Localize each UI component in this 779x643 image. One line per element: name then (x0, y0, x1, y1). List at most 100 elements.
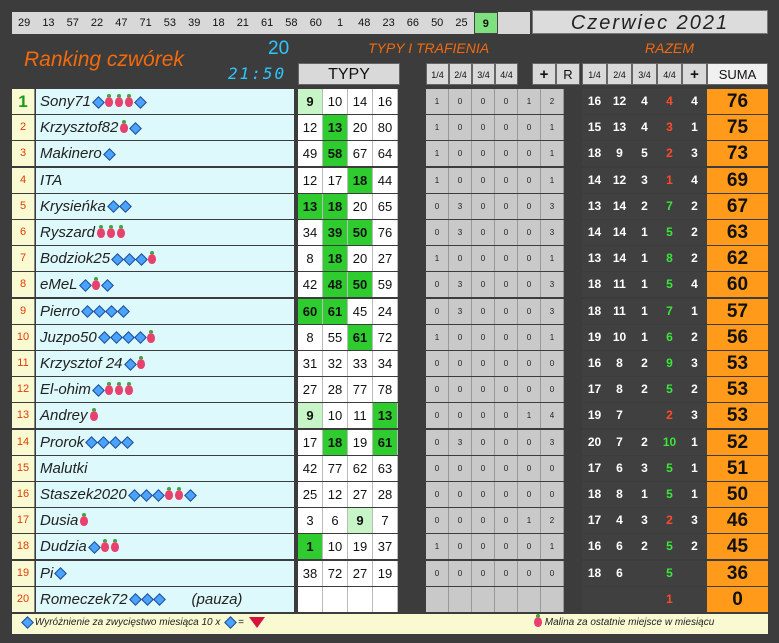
hit-count-cell: 0 (518, 534, 541, 560)
header-razem-col: 4/4 (657, 63, 682, 85)
table-row: 17 Dusia 3 6 9 7 0 0 0 0 1 2 17 4 3 2 3 46 (0, 508, 779, 534)
pick-cell: 14 (348, 89, 373, 114)
hit-count-cell: 1 (426, 324, 449, 350)
pick-cell: 34 (298, 220, 323, 245)
pause-label: (pauza) (191, 590, 243, 608)
hit-count-cell: 0 (426, 298, 449, 324)
total-cell: 11 (607, 272, 632, 298)
raspberry-icon (89, 408, 98, 422)
hit-count-cell: 0 (518, 560, 541, 586)
legend-footer: Wyróżnienie za zwycięstwo miesiąca 10 x … (12, 614, 768, 634)
diamond-icon (129, 121, 143, 135)
hit-count-cell: 0 (426, 193, 449, 219)
hit-count-cell: 1 (426, 167, 449, 193)
hit-count-cell: 0 (426, 220, 449, 245)
rank-cell: 5 (12, 193, 35, 219)
hit-count-cell: 0 (541, 455, 564, 481)
hit-count-cell: 0 (495, 403, 518, 429)
total-cell: 14 (607, 220, 632, 245)
pick-cell: 9 (348, 508, 373, 534)
pick-cell: 42 (298, 455, 323, 481)
drawn-number: 61 (260, 17, 274, 29)
player-name-cell: Bodziok25 (36, 246, 294, 272)
diamond-icon (152, 593, 166, 607)
rank-cell: 13 (12, 403, 35, 429)
sum-cell: 0 (707, 586, 768, 612)
total-cell: 1 (632, 272, 657, 298)
raspberry-icon (110, 539, 119, 553)
pick-cell: 3 (298, 508, 323, 534)
hit-count-cell: 0 (449, 455, 472, 481)
diamond-icon (78, 279, 92, 292)
pick-cell: 10 (323, 403, 348, 429)
pick-cell: 59 (373, 272, 398, 298)
header-m-col: 2/4 (449, 63, 472, 85)
bonus-cell: 1 (682, 482, 707, 507)
hit-count-cell: 1 (541, 324, 564, 350)
table-row: 7 Bodziok25 8 18 20 27 1 0 0 0 0 1 13 14 1 8 2 62 (0, 246, 779, 272)
diamond-icon (91, 383, 105, 397)
legend-equals: = (237, 617, 244, 629)
table-row: 14 Prorok 17 18 19 61 0 3 0 0 0 3 20 7 2 10 1 52 (0, 429, 779, 456)
diamond-icon (121, 331, 135, 345)
hit-count-cell: 0 (518, 220, 541, 245)
total-cell: 16 (582, 534, 607, 560)
hit-count-cell: 0 (472, 115, 495, 141)
pick-cell: 63 (373, 455, 398, 481)
drawn-number: 9 (473, 12, 498, 34)
rank-cell: 15 (12, 455, 35, 481)
hit-count-cell: 0 (518, 377, 541, 403)
table-row: 16 Staszek2020 25 12 27 28 0 0 0 0 0 0 18 8 1 5 1 50 (0, 482, 779, 508)
raspberry-icon (107, 225, 116, 239)
player-name-cell: Malutki (36, 455, 294, 481)
total-cell: 3 (632, 455, 657, 481)
hit-count-cell: 0 (472, 298, 495, 324)
total-cell: 2 (657, 508, 682, 534)
diamond-icon (183, 488, 197, 502)
hit-count-cell: 0 (518, 482, 541, 507)
hit-count-cell (495, 586, 518, 612)
diamond-icon (123, 357, 137, 371)
hit-count-cell: 0 (426, 455, 449, 481)
pick-cell: 34 (373, 351, 398, 376)
total-cell: 9 (607, 141, 632, 167)
sum-cell: 75 (707, 115, 768, 141)
total-cell: 16 (582, 351, 607, 376)
total-cell: 13 (582, 193, 607, 219)
rank-cell: 14 (12, 429, 35, 455)
hit-count-cell (541, 586, 564, 612)
raspberry-icon (100, 539, 109, 553)
player-name-cell: Pierro (36, 298, 294, 324)
rank-cell: 7 (12, 246, 35, 272)
total-cell: 10 (607, 324, 632, 350)
raspberry-icon (91, 277, 100, 291)
hit-count-cell: 0 (495, 272, 518, 298)
bonus-cell: 3 (682, 403, 707, 429)
bonus-cell: 4 (682, 167, 707, 193)
pick-cell: 58 (323, 141, 348, 167)
hit-count-cell: 0 (495, 351, 518, 376)
hit-count-cell: 3 (541, 429, 564, 455)
sum-cell: 62 (707, 246, 768, 272)
hit-count-cell: 2 (541, 89, 564, 114)
hit-count-cell: 0 (449, 89, 472, 114)
hit-count-cell: 0 (495, 377, 518, 403)
hit-count-cell: 3 (541, 272, 564, 298)
player-name: Ryszard (40, 224, 96, 241)
table-row: 2 Krzysztof82 12 13 20 80 1 0 0 0 0 1 15 13 4 3 1 75 (0, 115, 779, 141)
player-name: El-ohim (40, 381, 91, 399)
header-razem-col: 1/4 (582, 63, 607, 85)
diamond-icon (105, 305, 118, 318)
hit-count-cell: 0 (495, 534, 518, 560)
pick-cell: 17 (323, 167, 348, 193)
page-title: Ranking czwórek (24, 48, 184, 71)
header-m-col: 3/4 (472, 63, 495, 85)
hit-count-cell: 0 (449, 246, 472, 272)
total-cell: 4 (657, 89, 682, 114)
hit-count-cell: 0 (472, 272, 495, 298)
diamond-icon (92, 95, 105, 109)
hit-count-cell: 0 (518, 429, 541, 455)
pick-cell: 72 (373, 324, 398, 350)
pick-cell: 19 (348, 534, 373, 560)
diamond-icon (109, 436, 123, 449)
